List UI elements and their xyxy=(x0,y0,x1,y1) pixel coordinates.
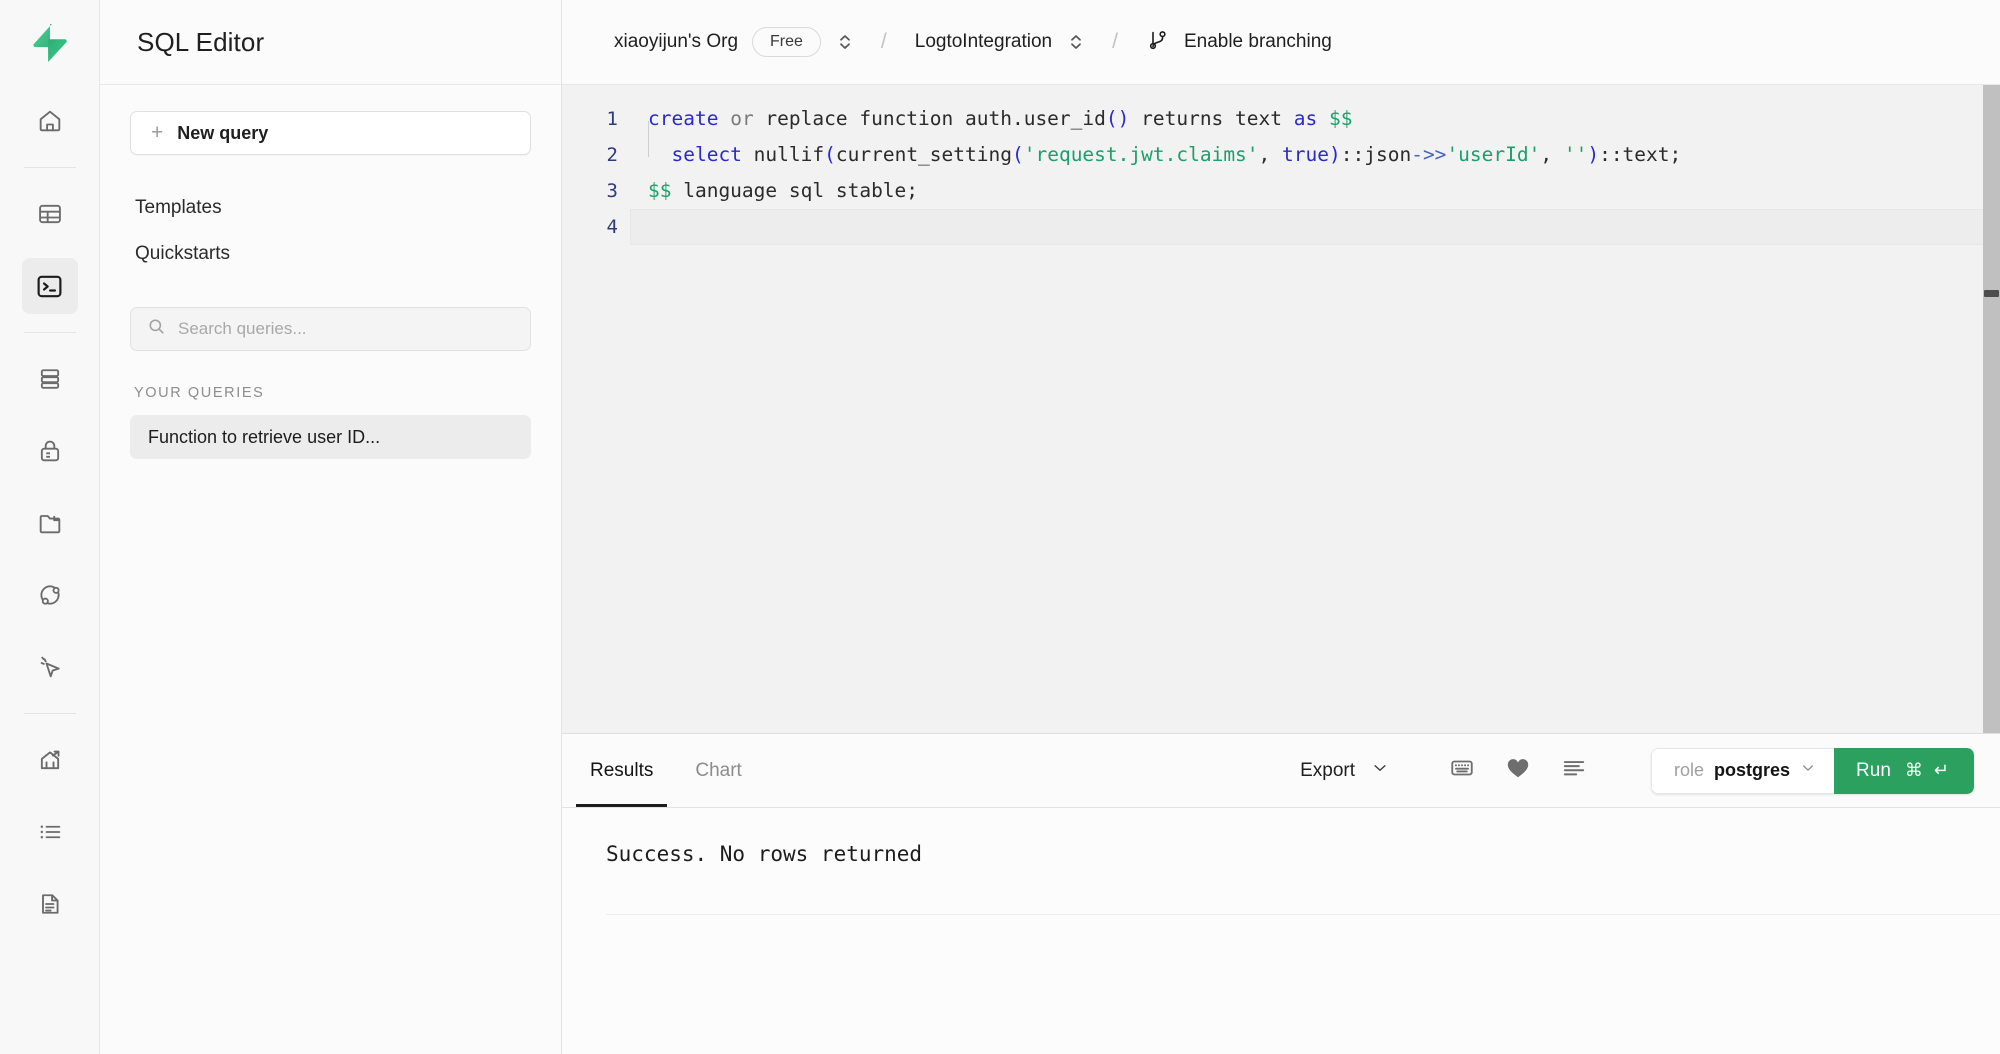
export-button[interactable]: Export xyxy=(1300,759,1389,782)
document-icon xyxy=(36,890,64,918)
results-message: Success. No rows returned xyxy=(606,842,2000,866)
search-icon xyxy=(147,317,166,341)
line-number: 2 xyxy=(562,137,630,173)
sql-editor-panel: SQL Editor + New query Templates Quickst… xyxy=(100,0,562,1054)
sidebar-item-edge-functions[interactable] xyxy=(22,567,78,623)
query-list: Function to retrieve user ID... xyxy=(130,415,531,459)
tab-chart[interactable]: Chart xyxy=(681,734,755,807)
role-and-run-group: role postgres Run ⌘ ↵ xyxy=(1651,748,1974,794)
plan-badge[interactable]: Free xyxy=(752,27,821,57)
code-line-1: create or replace function auth.user_id(… xyxy=(630,101,2000,137)
format-sql-button[interactable] xyxy=(1551,748,1597,794)
format-sql-icon xyxy=(1561,755,1587,786)
breadcrumb-project[interactable]: LogtoIntegration xyxy=(915,31,1052,53)
org-switcher-chevron-up-down-icon[interactable] xyxy=(837,31,853,53)
code-content[interactable]: create or replace function auth.user_id(… xyxy=(630,85,2000,733)
sidebar-item-logs[interactable] xyxy=(22,804,78,860)
scrollbar-thumb[interactable] xyxy=(1984,290,1999,297)
enable-branching-button[interactable]: Enable branching xyxy=(1146,28,1332,57)
results-toolbar: Results Chart Export xyxy=(562,734,2000,808)
line-number-gutter: 1 2 3 4 xyxy=(562,85,630,733)
favorite-heart-icon xyxy=(1505,755,1531,786)
breadcrumb: xiaoyijun's Org Free / LogtoIntegration … xyxy=(562,0,2000,85)
panel-body: + New query Templates Quickstarts YOUR Q… xyxy=(100,85,561,459)
functions-icon xyxy=(36,581,64,609)
main-area: xiaoyijun's Org Free / LogtoIntegration … xyxy=(562,0,2000,1054)
breadcrumb-separator: / xyxy=(1112,30,1118,54)
search-queries-field[interactable] xyxy=(130,307,531,351)
run-button[interactable]: Run ⌘ ↵ xyxy=(1834,748,1974,794)
favorite-button[interactable] xyxy=(1495,748,1541,794)
rail-divider xyxy=(24,713,76,714)
export-label: Export xyxy=(1300,760,1355,782)
role-prefix: role xyxy=(1674,760,1704,781)
enable-branching-label: Enable branching xyxy=(1184,31,1332,53)
indent-guide xyxy=(648,121,649,157)
chevron-down-icon xyxy=(1800,760,1816,781)
lock-icon xyxy=(36,437,64,465)
run-label: Run xyxy=(1856,760,1891,782)
role-selector[interactable]: role postgres xyxy=(1651,748,1834,794)
nav-link-quickstarts[interactable]: Quickstarts xyxy=(130,236,531,272)
tab-results[interactable]: Results xyxy=(576,734,667,807)
sidebar-item-reports[interactable] xyxy=(22,732,78,788)
panel-nav-links: Templates Quickstarts xyxy=(130,190,531,272)
results-divider xyxy=(606,914,2000,915)
project-switcher-chevron-up-down-icon[interactable] xyxy=(1068,31,1084,53)
app-root: SQL Editor + New query Templates Quickst… xyxy=(0,0,2000,1054)
sidebar-item-database[interactable] xyxy=(22,351,78,407)
sidebar-item-sql-editor[interactable] xyxy=(22,258,78,314)
sidebar-item-storage[interactable] xyxy=(22,495,78,551)
code-line-3: $$ language sql stable; xyxy=(630,173,2000,209)
supabase-logo[interactable] xyxy=(0,0,99,85)
terminal-icon xyxy=(35,272,64,301)
new-query-button[interactable]: + New query xyxy=(130,111,531,155)
list-icon xyxy=(36,818,64,846)
code-line-4 xyxy=(630,209,2000,245)
editor-vertical-scrollbar[interactable] xyxy=(1983,85,2000,733)
primary-nav-rail xyxy=(0,0,100,1054)
database-icon xyxy=(36,365,64,393)
rail-items xyxy=(0,85,99,940)
panel-header: SQL Editor xyxy=(100,0,561,85)
results-tabs: Results Chart xyxy=(562,734,756,807)
sidebar-item-home[interactable] xyxy=(22,93,78,149)
results-panel: Results Chart Export xyxy=(562,734,2000,1054)
rail-divider xyxy=(24,167,76,168)
home-icon xyxy=(36,107,64,135)
keyboard-shortcuts-button[interactable] xyxy=(1439,748,1485,794)
role-value: postgres xyxy=(1714,760,1790,781)
page-title: SQL Editor xyxy=(137,27,264,58)
chart-up-icon xyxy=(36,746,64,774)
query-item-label: Function to retrieve user ID... xyxy=(148,427,380,448)
breadcrumb-org[interactable]: xiaoyijun's Org xyxy=(614,31,738,53)
line-number: 1 xyxy=(562,101,630,137)
keyboard-shortcuts-icon xyxy=(1449,755,1475,786)
results-content: Success. No rows returned xyxy=(562,808,2000,1054)
line-number: 4 xyxy=(562,209,630,245)
sidebar-item-realtime[interactable] xyxy=(22,639,78,695)
cursor-icon xyxy=(36,653,64,681)
chevron-down-icon xyxy=(1371,759,1389,782)
your-queries-label: YOUR QUERIES xyxy=(130,385,531,401)
folder-icon xyxy=(36,509,64,537)
run-shortcut: ⌘ ↵ xyxy=(1905,760,1952,781)
rail-divider xyxy=(24,332,76,333)
line-number: 3 xyxy=(562,173,630,209)
nav-link-templates[interactable]: Templates xyxy=(130,190,531,226)
plus-icon: + xyxy=(151,122,163,143)
new-query-label: New query xyxy=(177,123,268,144)
breadcrumb-separator: / xyxy=(881,30,887,54)
sidebar-item-api-docs[interactable] xyxy=(22,876,78,932)
sql-code-editor[interactable]: 1 2 3 4 create or replace function auth.… xyxy=(562,85,2000,734)
git-branch-icon xyxy=(1146,28,1170,57)
code-line-2: select nullif(current_setting('request.j… xyxy=(630,137,2000,173)
sidebar-item-table-editor[interactable] xyxy=(22,186,78,242)
search-input[interactable] xyxy=(178,319,514,339)
list-item[interactable]: Function to retrieve user ID... xyxy=(130,415,531,459)
sidebar-item-authentication[interactable] xyxy=(22,423,78,479)
table-icon xyxy=(36,200,64,228)
